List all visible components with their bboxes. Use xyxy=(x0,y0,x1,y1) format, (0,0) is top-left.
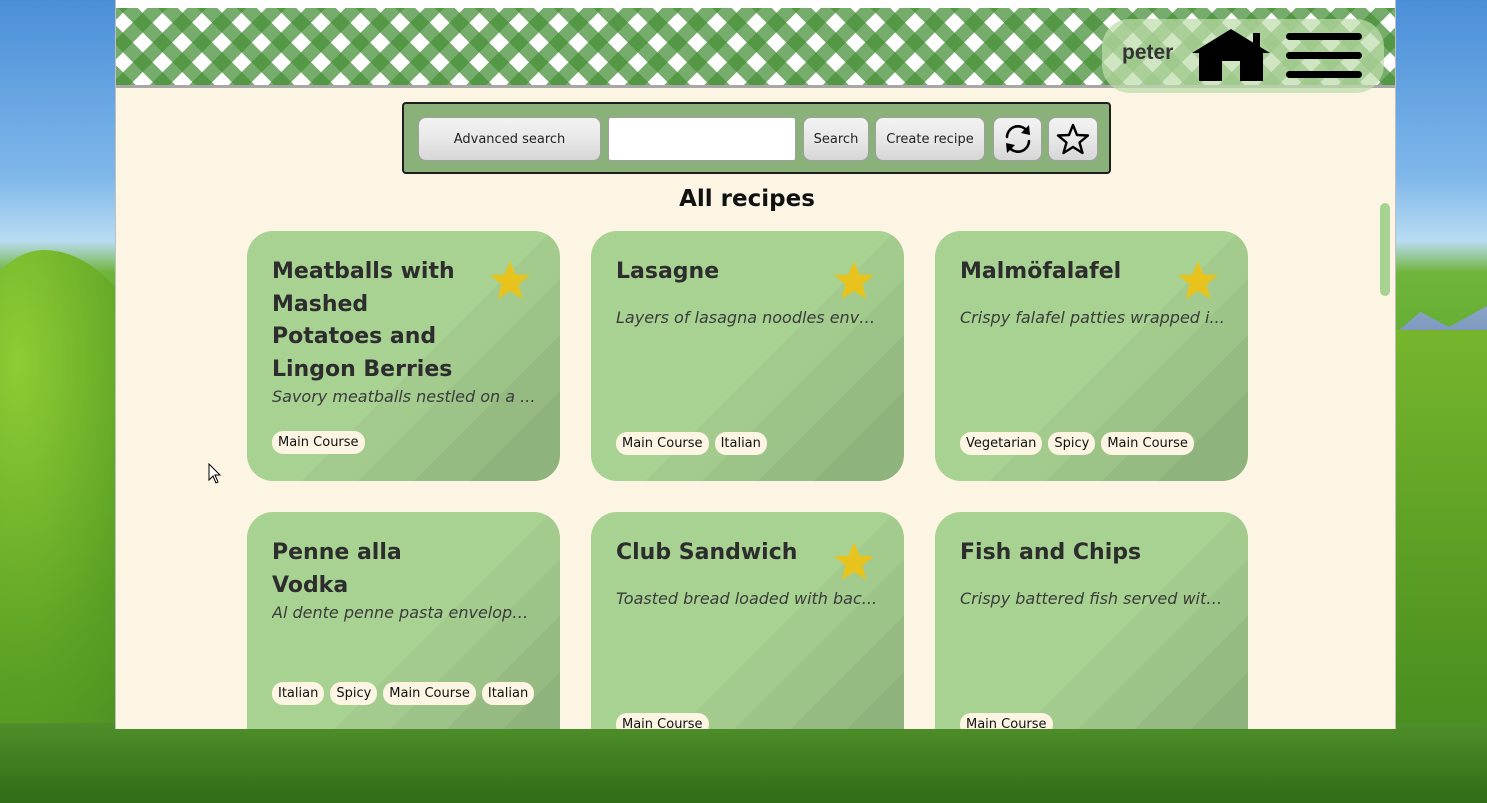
recipe-card[interactable]: Fish and Chips Crispy battered fish serv… xyxy=(935,512,1248,729)
tag-list: Main Course xyxy=(960,713,1230,729)
recipe-description: Layers of lasagna noodles enve... xyxy=(616,308,881,327)
recipe-title: Malmöfalafel xyxy=(960,259,1122,284)
tag: Vegetarian xyxy=(960,432,1043,455)
recipe-description: Al dente penne pasta envelope... xyxy=(272,603,537,622)
desktop-wallpaper-field xyxy=(0,723,1487,803)
favorite-star-icon[interactable] xyxy=(832,259,876,303)
recipe-description: Toasted bread loaded with bac... xyxy=(616,589,878,608)
recipe-card[interactable]: Penne alla Vodka Al dente penne pasta en… xyxy=(247,512,560,729)
search-button[interactable]: Search xyxy=(803,117,869,161)
favorites-button[interactable] xyxy=(1048,117,1098,161)
page-title: All recipes xyxy=(679,186,815,212)
username-label: peter xyxy=(1122,41,1174,64)
user-nav-cluster: peter xyxy=(1102,19,1384,93)
vertical-scrollbar[interactable] xyxy=(1378,200,1392,729)
tag: Main Course xyxy=(616,713,709,729)
advanced-search-button[interactable]: Advanced search xyxy=(418,117,601,161)
recipe-title: Lasagne xyxy=(616,259,720,284)
recipe-card[interactable]: Meatballs with Mashed Potatoes and Lingo… xyxy=(247,231,560,481)
recipe-card[interactable]: Malmöfalafel Crispy falafel patties wrap… xyxy=(935,231,1248,481)
tag-list: Vegetarian Spicy Main Course xyxy=(960,432,1230,455)
recipe-description: Crispy battered fish served with... xyxy=(960,589,1225,608)
search-toolbar: Advanced search Search Create recipe xyxy=(402,102,1111,174)
tag: Italian xyxy=(714,432,767,455)
recipe-card[interactable]: Lasagne Layers of lasagna noodles enve..… xyxy=(591,231,904,481)
refresh-button[interactable] xyxy=(993,117,1042,161)
tag: Spicy xyxy=(330,682,378,705)
header-bar: peter xyxy=(116,0,1395,93)
recipe-title: Penne alla Vodka xyxy=(272,540,402,598)
tag: Italian xyxy=(272,682,325,705)
tag-list: Main Course Italian xyxy=(616,432,886,455)
home-icon[interactable] xyxy=(1190,27,1272,83)
tag: Main Course xyxy=(383,682,476,705)
tag-list: Main Course xyxy=(616,713,886,729)
tag-list: Italian Spicy Main Course Italian xyxy=(272,682,542,705)
tag: Italian xyxy=(481,682,535,705)
recipe-description: Crispy falafel patties wrapped i... xyxy=(960,308,1225,327)
tag: Main Course xyxy=(272,431,365,454)
star-outline-icon xyxy=(1056,123,1090,155)
search-input[interactable] xyxy=(608,117,796,161)
tag: Main Course xyxy=(616,432,709,455)
tag: Main Course xyxy=(1101,432,1194,455)
recipe-title: Club Sandwich xyxy=(616,540,798,565)
hamburger-menu-icon[interactable] xyxy=(1284,31,1364,81)
refresh-icon xyxy=(1005,125,1030,153)
recipe-title: Fish and Chips xyxy=(960,540,1142,565)
tag: Main Course xyxy=(960,713,1053,729)
favorite-star-icon[interactable] xyxy=(488,259,532,303)
favorite-star-icon[interactable] xyxy=(1176,259,1220,303)
recipe-card[interactable]: Club Sandwich Toasted bread loaded with … xyxy=(591,512,904,729)
recipe-description: Savory meatballs nestled on a ... xyxy=(272,387,536,406)
favorite-star-icon[interactable] xyxy=(832,540,876,584)
scrollbar-thumb[interactable] xyxy=(1380,203,1390,296)
recipe-title: Meatballs with Mashed Potatoes and Lingo… xyxy=(272,259,455,382)
recipe-app-window: peter Advanced search Search Create reci… xyxy=(115,0,1396,729)
create-recipe-button[interactable]: Create recipe xyxy=(875,117,985,161)
tag: Spicy xyxy=(1048,432,1096,455)
tag-list: Main Course xyxy=(272,431,542,454)
